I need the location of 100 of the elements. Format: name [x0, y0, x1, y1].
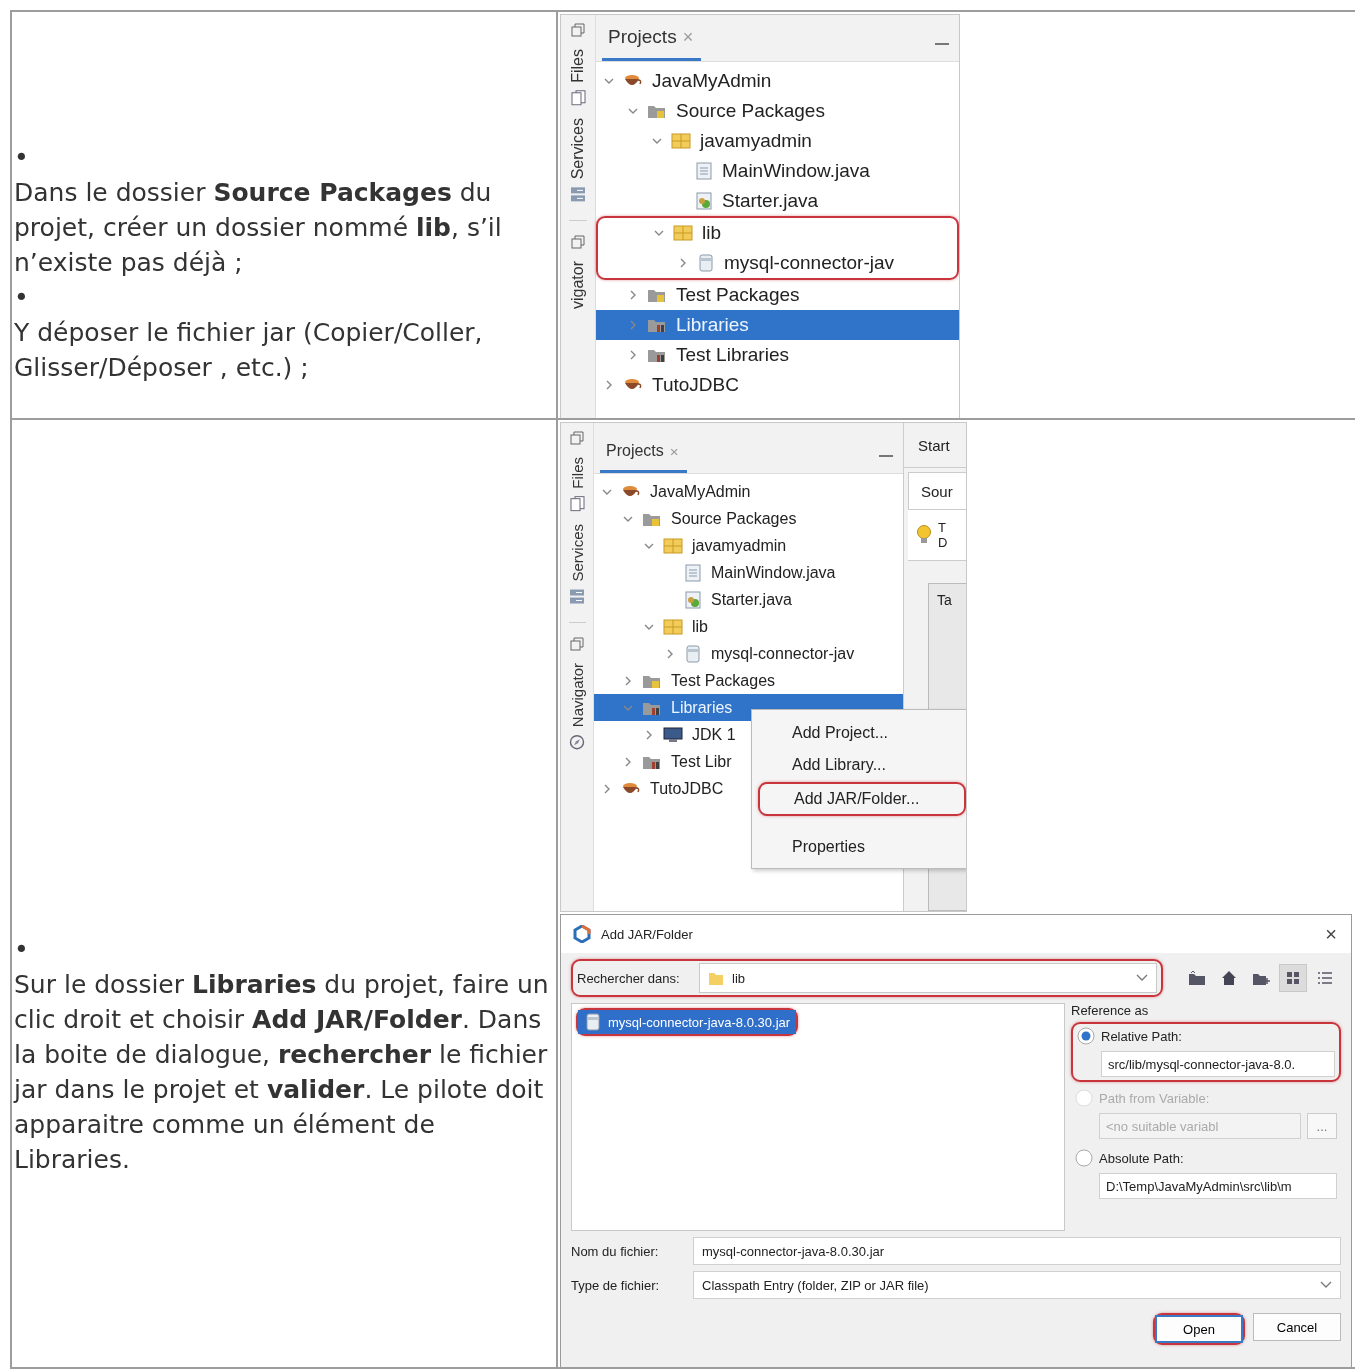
- jar-icon: [697, 254, 715, 272]
- books-folder-icon: [647, 317, 667, 333]
- panel-tab[interactable]: Projects ×: [600, 442, 687, 473]
- jar-icon: [684, 644, 702, 663]
- editor-toolbar-tab[interactable]: Sour: [908, 472, 966, 510]
- field-label: Type de fichier:: [571, 1277, 661, 1293]
- chevron-icon[interactable]: [652, 136, 662, 146]
- folder-icon: [708, 970, 724, 986]
- hint-text: T: [938, 520, 947, 535]
- tree-item[interactable]: Source Packages: [596, 96, 959, 126]
- radio-option[interactable]: Absolute Path:: [1075, 1149, 1337, 1167]
- editor-tab[interactable]: Start: [904, 423, 966, 468]
- file-icon: [695, 162, 713, 180]
- tree-item[interactable]: Test Libraries: [596, 340, 959, 370]
- package-icon: [673, 225, 693, 241]
- tree-item[interactable]: javamyadmin: [596, 126, 959, 156]
- folder-up-icon: [1188, 970, 1206, 986]
- radio-option[interactable]: Relative Path:: [1077, 1027, 1335, 1045]
- tree-item[interactable]: Test Packages: [596, 280, 959, 310]
- bullet: •: [14, 142, 30, 174]
- chevron-icon[interactable]: [644, 729, 654, 740]
- tree-item[interactable]: TutoJDBC: [596, 370, 959, 400]
- side-tab[interactable]: Files: [568, 457, 586, 512]
- tree-item[interactable]: Starter.java: [596, 186, 959, 216]
- monitor-icon: [663, 726, 683, 743]
- chevron-icon[interactable]: [623, 675, 633, 686]
- tree-item[interactable]: lib: [594, 613, 903, 640]
- minimize-icon[interactable]: [935, 43, 949, 47]
- chevron-icon[interactable]: [628, 290, 638, 300]
- file-icon: [684, 563, 702, 582]
- files-icon: [569, 495, 585, 512]
- instruction-text: Sur le dossier Libraries du projet, faire un clic droit et choisir Add JAR/Folder. Dans la boite de dialogue, rechercher le fichier jar dans le projet et valider. Le pilote doit apparaitre comme un élément de Libraries.: [14, 969, 550, 1176]
- menu-item[interactable]: Add JAR/Folder...: [760, 784, 964, 814]
- tree-item[interactable]: JavaMyAdmin: [596, 66, 959, 96]
- chevron-icon[interactable]: [604, 380, 614, 390]
- chevron-icon[interactable]: [623, 756, 633, 767]
- package-icon: [663, 618, 683, 635]
- jar-icon: [584, 1013, 602, 1031]
- hint-text: D: [938, 535, 948, 550]
- tree-item[interactable]: mysql-connector-jav: [594, 640, 903, 667]
- caret-icon: [1320, 1281, 1332, 1289]
- chevron-icon[interactable]: [628, 350, 638, 360]
- chevron-icon[interactable]: [654, 228, 664, 238]
- dialog-button[interactable]: Open: [1155, 1315, 1243, 1343]
- tree-item[interactable]: mysql-connector-jav: [598, 248, 957, 278]
- bullet: •: [14, 934, 30, 966]
- dialog-button[interactable]: Cancel: [1253, 1313, 1341, 1341]
- server-icon: [570, 186, 586, 203]
- restore-window-icon[interactable]: [571, 235, 585, 250]
- tree-item[interactable]: MainWindow.java: [596, 156, 959, 186]
- side-tab[interactable]: Services: [569, 117, 587, 203]
- restore-window-icon[interactable]: [571, 23, 585, 37]
- file-type-dropdown[interactable]: Classpath Entry (folder, ZIP or JAR file): [693, 1271, 1341, 1299]
- package-icon: [663, 537, 683, 554]
- tree-item[interactable]: MainWindow.java: [594, 559, 903, 586]
- app-logo-icon: [573, 925, 591, 943]
- lightbulb-icon: [916, 524, 932, 546]
- package-icon: [671, 133, 691, 149]
- chevron-icon[interactable]: [604, 76, 614, 86]
- folder-icon: [647, 103, 667, 119]
- radio-icon[interactable]: [1077, 1027, 1095, 1045]
- caret-icon: [1136, 974, 1148, 982]
- tree-item[interactable]: javamyadmin: [594, 532, 903, 559]
- server-icon: [569, 588, 585, 605]
- file-name-field[interactable]: mysql-connector-java-8.0.30.jar: [693, 1237, 1341, 1265]
- side-tab[interactable]: Files: [569, 49, 587, 106]
- path-field[interactable]: src/lib/mysql-connector-java-8.0.: [1101, 1051, 1335, 1077]
- file-icon: [684, 590, 702, 609]
- instruction-text: Dans le dossier Source Packages du projet, créer un dossier nommé lib, s’il n’existe pas déjà ;: [14, 177, 503, 279]
- file-item[interactable]: mysql-connector-java-8.0.30.jar: [578, 1010, 797, 1034]
- field-label: Rechercher dans:: [577, 970, 681, 986]
- minimize-icon[interactable]: [879, 455, 893, 459]
- side-tab[interactable]: Services: [568, 523, 586, 605]
- restore-window-icon[interactable]: [570, 431, 584, 445]
- chevron-icon[interactable]: [602, 783, 612, 794]
- instruction-text: Y déposer le fichier jar (Copier/Coller, Glisser/Déposer , etc.) ;: [14, 317, 484, 384]
- toolbar-button[interactable]: [1279, 964, 1307, 992]
- tree-item[interactable]: lib: [598, 218, 957, 248]
- radio-icon[interactable]: [1075, 1149, 1093, 1167]
- tree-item[interactable]: Test Packages: [594, 667, 903, 694]
- compass-icon: [569, 734, 585, 751]
- path-field[interactable]: D:\Temp\JavaMyAdmin\src\lib\m: [1099, 1173, 1337, 1199]
- tree-item[interactable]: Starter.java: [594, 586, 903, 613]
- chevron-icon[interactable]: [665, 648, 675, 659]
- list-view-icon: [1317, 970, 1333, 986]
- close-button[interactable]: ×: [1325, 922, 1337, 946]
- side-tab[interactable]: Navigator: [568, 663, 586, 751]
- look-in-dropdown[interactable]: lib: [699, 963, 1157, 993]
- restore-window-icon[interactable]: [570, 637, 584, 652]
- dialog-title: Add JAR/Folder: [601, 926, 694, 942]
- chevron-icon[interactable]: [678, 258, 688, 268]
- chevron-icon[interactable]: [628, 106, 638, 116]
- bullet: •: [14, 282, 30, 314]
- home-icon: [1221, 970, 1237, 986]
- files-icon: [570, 89, 586, 106]
- tree-item[interactable]: Source Packages: [594, 505, 903, 532]
- side-tab[interactable]: vigator: [569, 261, 587, 310]
- tree-item[interactable]: Libraries: [596, 310, 959, 340]
- folder-icon: [647, 287, 667, 303]
- tree-item[interactable]: JavaMyAdmin: [594, 478, 903, 505]
